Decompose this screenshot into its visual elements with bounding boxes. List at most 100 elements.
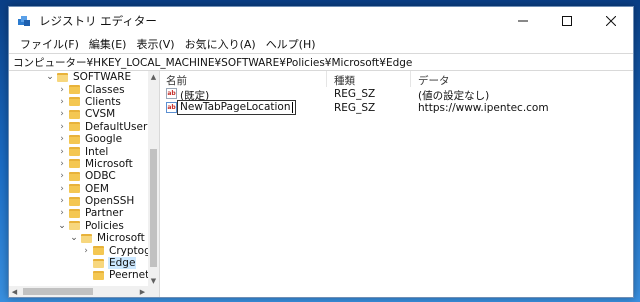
- column-header-name[interactable]: 名前: [166, 73, 187, 88]
- tree-horizontal-scrollbar[interactable]: ◀ ▶: [9, 286, 159, 297]
- folder-icon: [93, 246, 104, 256]
- menu-view[interactable]: 表示(V): [131, 36, 179, 52]
- close-button[interactable]: [589, 7, 633, 35]
- tree-node-label: OpenSSH: [85, 195, 135, 208]
- chevron-right-icon[interactable]: ›: [57, 147, 67, 157]
- tree-node[interactable]: Peernet: [9, 269, 148, 281]
- key-tree: ⌄ SOFTWARE › Classes › Clients › CVSM › DefaultUs…: [9, 71, 148, 286]
- folder-icon: [93, 258, 104, 268]
- folder-icon: [69, 97, 80, 107]
- tree-node-label: Peernet: [109, 269, 148, 282]
- tree-vertical-scrollbar[interactable]: ▲ ▼: [148, 71, 159, 286]
- tree-node[interactable]: › Intel: [9, 145, 148, 158]
- folder-icon: [69, 109, 80, 119]
- scroll-left-arrow-icon[interactable]: ◀: [9, 286, 20, 297]
- chevron-right-icon[interactable]: ›: [57, 159, 67, 169]
- tree-node-label: Partner: [85, 207, 124, 220]
- folder-icon: [69, 221, 80, 231]
- scroll-up-arrow-icon[interactable]: ▲: [148, 71, 159, 82]
- tree-node-label: Policies: [85, 219, 124, 232]
- scroll-right-arrow-icon[interactable]: ▶: [137, 286, 148, 297]
- value-row-default[interactable]: ab (既定) REG_SZ (値の設定なし): [160, 87, 633, 102]
- tree-node[interactable]: › Microsoft: [9, 158, 148, 170]
- menu-bar: ファイル(F) 編集(E) 表示(V) お気に入り(A) ヘルプ(H): [9, 35, 633, 53]
- folder-icon: [69, 159, 80, 169]
- tree-node-label: ODBC: [85, 170, 116, 183]
- chevron-right-icon[interactable]: ›: [57, 109, 67, 119]
- string-value-ab-icon: ab: [166, 88, 177, 99]
- tree-node[interactable]: › CVSM: [9, 108, 148, 120]
- chevron-right-icon[interactable]: ›: [57, 85, 67, 95]
- column-header-data[interactable]: データ: [418, 73, 450, 88]
- chevron-right-icon[interactable]: ›: [81, 246, 91, 256]
- registry-editor-icon: [18, 14, 32, 28]
- tree-node[interactable]: › Cryptography: [9, 244, 148, 257]
- chevron-right-icon[interactable]: ›: [57, 196, 67, 206]
- scroll-thumb[interactable]: [150, 149, 157, 267]
- tree-node[interactable]: Edge: [9, 257, 148, 270]
- chevron-right-icon[interactable]: ›: [57, 184, 67, 194]
- tree-node-label: DefaultUserEnvironn: [85, 120, 148, 133]
- chevron-right-icon[interactable]: ›: [57, 134, 67, 144]
- tree-node-label: Cryptography: [109, 244, 148, 257]
- column-header-type[interactable]: 種類: [334, 73, 355, 88]
- value-row-newtabpagelocation[interactable]: ab NewTabPageLocation REG_SZ https://www…: [160, 100, 633, 115]
- address-path: コンピューター¥HKEY_LOCAL_MACHINE¥SOFTWARE¥Poli…: [13, 56, 413, 69]
- column-divider[interactable]: [326, 71, 327, 87]
- tree-node-label: Google: [85, 133, 123, 146]
- tree-node-label: OEM: [85, 182, 109, 195]
- folder-icon: [81, 233, 92, 243]
- tree-node[interactable]: › Partner: [9, 207, 148, 219]
- value-name-rename-input[interactable]: NewTabPageLocation: [177, 100, 296, 115]
- tree-node[interactable]: ⌄ Microsoft: [9, 232, 148, 244]
- folder-icon: [69, 147, 80, 157]
- chevron-right-icon[interactable]: ›: [57, 208, 67, 218]
- menu-favorites[interactable]: お気に入り(A): [180, 36, 261, 52]
- tree-node-label: Microsoft: [85, 157, 133, 170]
- address-bar[interactable]: コンピューター¥HKEY_LOCAL_MACHINE¥SOFTWARE¥Poli…: [9, 53, 633, 71]
- tree-node-label: SOFTWARE: [73, 71, 132, 84]
- chevron-down-icon[interactable]: ⌄: [57, 221, 67, 231]
- column-divider[interactable]: [410, 71, 411, 87]
- text-caret: [291, 101, 293, 113]
- chevron-right-icon[interactable]: ›: [57, 97, 67, 107]
- tree-node-label: Clients: [85, 95, 121, 108]
- tree-node-label: CVSM: [85, 108, 116, 121]
- rename-text: NewTabPageLocation: [180, 101, 291, 113]
- folder-icon: [93, 270, 104, 280]
- folder-icon: [57, 72, 68, 82]
- tree-node-label: Classes: [85, 83, 125, 96]
- string-value-ab-icon: ab: [166, 102, 177, 113]
- minimize-button[interactable]: [501, 7, 545, 35]
- tree-node[interactable]: › Clients: [9, 96, 148, 108]
- maximize-button[interactable]: [545, 7, 589, 35]
- tree-node[interactable]: › Classes: [9, 83, 148, 96]
- chevron-right-icon[interactable]: ›: [57, 122, 67, 132]
- chevron-down-icon[interactable]: ⌄: [69, 233, 79, 243]
- tree-node[interactable]: ⌄ SOFTWARE: [9, 71, 148, 83]
- tree-node-label: Microsoft: [97, 232, 145, 245]
- title-bar[interactable]: レジストリ エディター: [9, 7, 633, 35]
- tree-node[interactable]: › DefaultUserEnvironn: [9, 121, 148, 133]
- tree-node[interactable]: › ODBC: [9, 170, 148, 182]
- chevron-down-icon[interactable]: ⌄: [45, 72, 55, 82]
- value-data: https://www.ipentec.com: [418, 102, 549, 114]
- scroll-thumb-horizontal[interactable]: [23, 288, 93, 295]
- tree-node[interactable]: › OEM: [9, 183, 148, 195]
- tree-node-label: Intel: [85, 145, 109, 158]
- tree-node[interactable]: ⌄ Policies: [9, 220, 148, 232]
- scroll-down-arrow-icon[interactable]: ▼: [148, 275, 159, 286]
- value-type: REG_SZ: [334, 88, 376, 100]
- tree-node[interactable]: › Google: [9, 133, 148, 145]
- folder-icon: [69, 134, 80, 144]
- menu-help[interactable]: ヘルプ(H): [261, 36, 321, 52]
- folder-icon: [69, 171, 80, 181]
- tree-node-label: Edge: [108, 257, 137, 270]
- tree-node[interactable]: › OpenSSH: [9, 195, 148, 207]
- value-type: REG_SZ: [334, 102, 376, 114]
- menu-file[interactable]: ファイル(F): [15, 36, 84, 52]
- chevron-right-icon[interactable]: ›: [57, 171, 67, 181]
- menu-edit[interactable]: 編集(E): [84, 36, 132, 52]
- key-tree-pane: ⌄ SOFTWARE › Classes › Clients › CVSM › DefaultUs…: [9, 71, 160, 297]
- folder-icon: [69, 85, 80, 95]
